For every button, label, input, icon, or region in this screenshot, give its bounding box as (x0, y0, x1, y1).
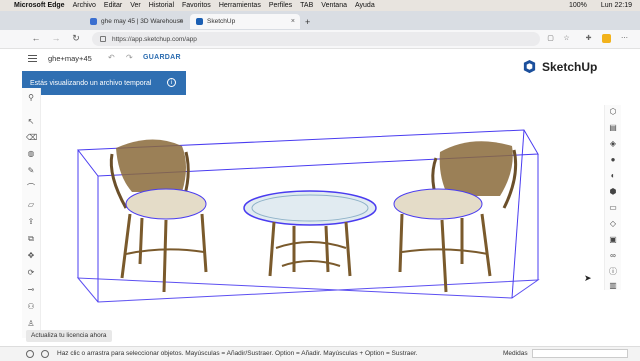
redo-icon[interactable]: ↷ (126, 53, 133, 62)
tab-label: ghe may 45 | 3D Warehouse (101, 18, 184, 25)
new-tab-button[interactable]: + (302, 14, 316, 29)
app-menu-name[interactable]: Microsoft Edge (14, 2, 65, 9)
info-circle-icon[interactable]: ⓘ (608, 267, 618, 277)
left-toolbar: ⚲ ↖ ⌫ ◍ ✎ ⌒ ▱ ⇪ ⧉ ✥ ⟳ ⊸ ⚇ ♙ (22, 88, 41, 338)
search-icon[interactable]: ⚲ (26, 93, 36, 103)
push-pull-icon[interactable]: ⇪ (26, 217, 36, 227)
document-name[interactable]: ghe+may+45 (48, 54, 92, 63)
sketchup-brand: SketchUp (522, 59, 597, 74)
arc-tool-icon[interactable]: ⌒ (26, 183, 36, 193)
close-icon[interactable]: × (291, 18, 295, 25)
url-field[interactable]: https://app.sketchup.com/app (92, 32, 540, 46)
right-panel-toolbar: ⬡ ▤ ◈ ● ◐ ⬢ ▭ ◇ ▣ ∞ ⓘ ▥ (604, 105, 621, 290)
right-chair[interactable] (393, 141, 518, 293)
undo-icon[interactable]: ↶ (108, 53, 115, 62)
select-tool-icon[interactable]: ↖ (26, 117, 36, 127)
app-header: ghe+may+45 ↶ ↷ GUARDAR (22, 49, 602, 69)
scenes-icon[interactable]: ▭ (608, 203, 618, 213)
rotate-tool-icon[interactable]: ⟳ (26, 268, 36, 278)
geo-icon[interactable] (41, 350, 49, 358)
close-icon[interactable]: × (179, 18, 183, 25)
pencil-tool-icon[interactable]: ✎ (26, 166, 36, 176)
brand-name: SketchUp (542, 59, 598, 74)
license-update-button[interactable]: Actualiza tu licencia ahora (26, 330, 112, 342)
3d-model-viewport[interactable] (42, 96, 602, 328)
3d-warehouse-icon (90, 18, 97, 25)
hamburger-menu-icon[interactable] (28, 55, 37, 64)
menu-archivo[interactable]: Archivo (73, 2, 96, 9)
lock-icon (100, 36, 106, 42)
materials-icon[interactable]: ● (608, 155, 618, 165)
mac-menubar: Microsoft Edge Archivo Editar Ver Histor… (0, 0, 640, 11)
measurements-label: Medidas (503, 350, 528, 357)
offset-tool-icon[interactable]: ⧉ (26, 234, 36, 244)
tag-icon[interactable]: ◇ (608, 219, 618, 229)
menu-herramientas[interactable]: Herramientas (219, 2, 261, 9)
more-icon[interactable]: ⋯ (620, 34, 629, 43)
sketchup-logo-icon (523, 59, 536, 74)
menu-ver[interactable]: Ver (130, 2, 141, 9)
url-text: https://app.sketchup.com/app (112, 35, 197, 43)
glass-table[interactable] (243, 190, 377, 277)
status-hint: Haz clic o arrastra para seleccionar obj… (57, 350, 418, 357)
favorites-icon[interactable]: ☆ (562, 34, 571, 43)
paint-bucket-icon[interactable]: ◍ (26, 149, 36, 159)
menu-tab[interactable]: TAB (300, 2, 313, 9)
back-icon[interactable]: ← (30, 33, 42, 43)
glasses-icon[interactable]: ∞ (608, 251, 618, 261)
collections-icon[interactable]: ▢ (546, 34, 555, 43)
tape-measure-icon[interactable]: ⊸ (26, 285, 36, 295)
menu-ayuda[interactable]: Ayuda (355, 2, 375, 9)
menu-historial[interactable]: Historial (149, 2, 174, 9)
orbit-tool-icon[interactable]: ⚇ (26, 302, 36, 312)
tab-sketchup[interactable]: SketchUp × (190, 14, 300, 29)
clock: Lun 22:19 (600, 2, 632, 9)
refresh-icon[interactable]: ↻ (70, 33, 82, 44)
status-bar: Haz clic o arrastra para seleccionar obj… (0, 346, 640, 361)
help-icon[interactable] (26, 350, 34, 358)
menu-favoritos[interactable]: Favoritos (182, 2, 211, 9)
outliner-icon[interactable]: ▥ (608, 281, 618, 291)
address-bar: ← → ↻ https://app.sketchup.com/app ▢ ☆ ✚… (0, 30, 640, 49)
battery-percent: 100% (568, 2, 587, 9)
extensions-icon[interactable]: ✚ (584, 34, 593, 43)
eraser-tool-icon[interactable]: ⌫ (26, 133, 37, 143)
walk-tool-icon[interactable]: ♙ (26, 319, 36, 329)
profile-icon[interactable] (602, 34, 611, 43)
menu-editar[interactable]: Editar (104, 2, 122, 9)
instructor-icon[interactable]: ▤ (608, 123, 618, 133)
sketchup-icon (196, 18, 203, 25)
forward-icon[interactable]: → (50, 33, 62, 43)
tags-icon[interactable]: ⬢ (608, 187, 618, 197)
info-icon[interactable]: i (167, 78, 176, 87)
entity-info-icon[interactable]: ⬡ (608, 107, 618, 117)
browser-tab-bar: ghe may 45 | 3D Warehouse × SketchUp × + (0, 11, 640, 30)
move-tool-icon[interactable]: ✥ (26, 251, 36, 261)
rectangle-tool-icon[interactable]: ▱ (26, 200, 36, 210)
display-icon[interactable]: ▣ (608, 235, 618, 245)
menu-ventana[interactable]: Ventana (321, 2, 347, 9)
left-chair[interactable] (109, 139, 208, 293)
banner-text: Estás visualizando un archivo temporal (30, 79, 152, 87)
tab-label: SketchUp (207, 18, 236, 25)
temporary-file-banner: Estás visualizando un archivo temporal i (22, 71, 186, 95)
menu-perfiles[interactable]: Perfiles (269, 2, 292, 9)
components-icon[interactable]: ◈ (608, 139, 618, 149)
mouse-cursor-icon: ➤ (584, 273, 592, 283)
save-button[interactable]: GUARDAR (143, 54, 181, 61)
tab-3d-warehouse[interactable]: ghe may 45 | 3D Warehouse × (84, 14, 188, 29)
styles-icon[interactable]: ◐ (608, 171, 618, 181)
measurements-input[interactable] (532, 349, 628, 358)
